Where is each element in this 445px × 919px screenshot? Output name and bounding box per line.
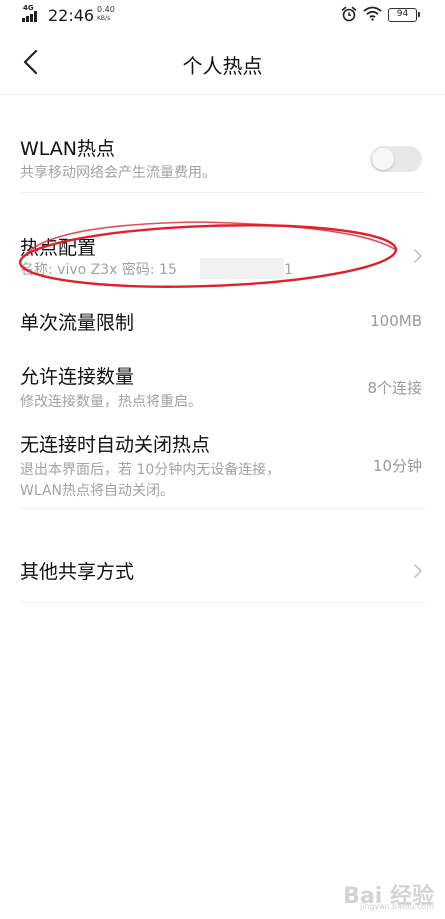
hotspot-password-tail: 1	[284, 262, 293, 278]
status-time: 22:46	[48, 6, 95, 25]
signal-icon	[22, 11, 44, 22]
data-limit-title: 单次流量限制	[20, 312, 135, 334]
hotspot-config-row[interactable]: 热点配置 名称: vivo Z3x 密码: 15 1	[0, 222, 445, 292]
hotspot-config-details: 名称: vivo Z3x 密码: 15	[20, 262, 177, 278]
auto-off-row[interactable]: 无连接时自动关闭热点 退出本界面后，若 10分钟内无设备连接， WLAN热点将自…	[0, 420, 445, 510]
chevron-right-icon	[414, 564, 422, 578]
speed-unit: KB/s	[97, 15, 111, 22]
auto-off-subtitle-line1: 退出本界面后，若 10分钟内无设备连接，	[20, 462, 281, 478]
data-limit-value: 100MB	[370, 312, 422, 330]
data-limit-row[interactable]: 单次流量限制 100MB	[0, 296, 445, 348]
wifi-icon	[363, 6, 382, 21]
other-share-row[interactable]: 其他共享方式	[0, 545, 445, 601]
header-divider	[0, 94, 445, 95]
battery-icon: 94	[388, 8, 420, 22]
wlan-hotspot-subtitle: 共享移动网络会产生流量费用。	[20, 165, 216, 181]
password-mask	[200, 258, 284, 279]
watermark-sub: jingyan.baidu.com	[360, 902, 434, 911]
toggle-knob	[372, 148, 394, 170]
auto-off-title: 无连接时自动关闭热点	[20, 434, 211, 456]
watermark: Bai 经验 jingyan.baidu.com	[330, 870, 440, 912]
max-connections-value: 8个连接	[367, 379, 422, 397]
wlan-hotspot-title: WLAN热点	[20, 138, 116, 160]
page-title: 个人热点	[182, 54, 263, 78]
alarm-icon	[341, 6, 357, 22]
speed-value: 0.40	[97, 5, 115, 14]
app-header: 个人热点	[0, 30, 445, 94]
other-share-title: 其他共享方式	[20, 561, 135, 583]
max-connections-row[interactable]: 允许连接数量 修改连接数量，热点将重启。 8个连接	[0, 352, 445, 422]
hotspot-config-title: 热点配置	[20, 237, 97, 259]
auto-off-subtitle-line2: WLAN热点将自动关闭。	[20, 483, 175, 499]
status-bar: 4G 22:46 0.40 KB/s 94	[0, 0, 445, 30]
chevron-right-icon	[414, 249, 422, 263]
max-connections-subtitle: 修改连接数量，热点将重启。	[20, 394, 202, 410]
row-divider	[20, 508, 425, 509]
auto-off-value: 10分钟	[372, 457, 422, 475]
row-divider	[20, 192, 425, 193]
row-divider	[20, 602, 425, 603]
max-connections-title: 允许连接数量	[20, 366, 135, 388]
network-speed: 0.40 KB/s	[97, 5, 115, 23]
wlan-hotspot-toggle[interactable]	[370, 146, 422, 172]
